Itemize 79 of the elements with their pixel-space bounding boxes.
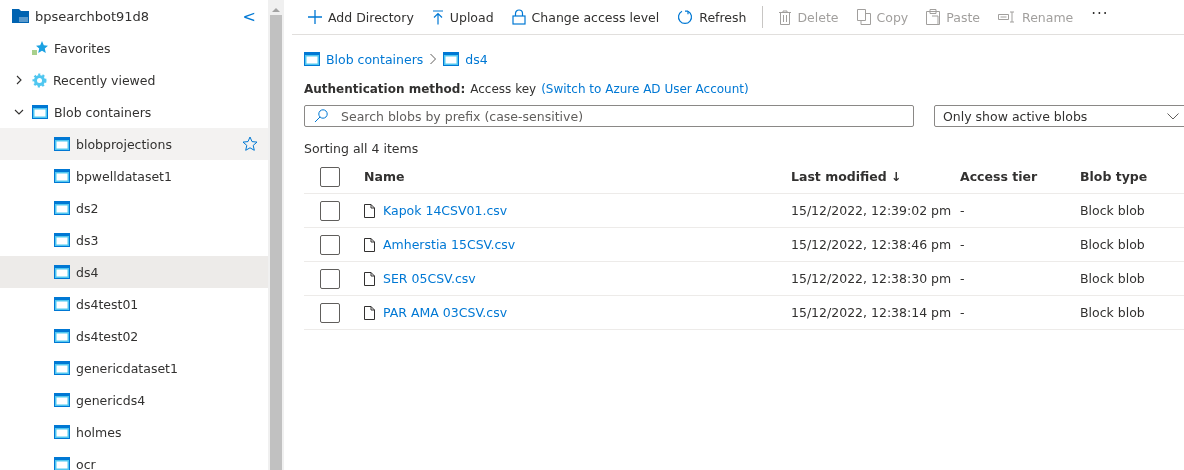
row-checkbox[interactable]	[320, 268, 340, 289]
container-icon	[54, 393, 70, 407]
table-cell: 15/12/2022, 12:38:14 pm	[791, 305, 952, 320]
refresh-icon	[677, 9, 694, 25]
container-icon	[54, 201, 70, 215]
select-all-checkbox[interactable]	[320, 166, 340, 187]
file-icon	[364, 203, 375, 218]
file-icon	[364, 271, 375, 286]
table-cell: Block blob	[1080, 203, 1145, 218]
column-header[interactable]: Blob type	[1080, 169, 1148, 184]
container-item[interactable]: blobprojections	[0, 128, 268, 160]
container-icon	[54, 329, 70, 343]
search-icon	[314, 109, 328, 123]
breadcrumb-link[interactable]: ds4	[465, 51, 488, 67]
clipboard-icon	[926, 9, 941, 25]
add-button[interactable]: Add Directory	[300, 2, 422, 32]
trash-icon	[779, 9, 792, 25]
container-item[interactable]: ds4	[0, 256, 268, 288]
container-icon	[304, 52, 320, 66]
item-count: Sorting all 4 items	[304, 141, 420, 156]
table-cell: 15/12/2022, 12:38:30 pm	[791, 271, 952, 286]
search-field[interactable]: Search blobs by prefix (case-sensitive)	[304, 105, 914, 127]
container-icon	[54, 137, 70, 151]
table-cell: -	[960, 203, 965, 218]
column-header[interactable]: Name	[364, 169, 405, 184]
blob-link[interactable]: Amherstia 15CSV.csv	[383, 237, 516, 252]
container-icon	[54, 457, 70, 470]
row-checkbox[interactable]	[320, 200, 340, 221]
container-icon	[54, 361, 70, 375]
refresh-button[interactable]: Refresh	[669, 2, 755, 32]
table-cell: -	[960, 271, 965, 286]
chevron-right-icon[interactable]	[14, 75, 24, 85]
blob-link[interactable]: PAR AMA 03CSV.csv	[383, 305, 508, 320]
table-cell: -	[960, 237, 965, 252]
chevron-down-icon	[1167, 112, 1179, 120]
scrollbar-thumb[interactable]	[270, 15, 282, 470]
lock-icon	[511, 9, 526, 25]
container-icon	[54, 297, 70, 311]
chevron-right-icon	[429, 53, 438, 65]
more-button[interactable]: ···	[1083, 2, 1117, 32]
auth-value: Access key	[470, 82, 537, 96]
scrollbar[interactable]	[268, 0, 284, 470]
file-icon	[364, 305, 375, 320]
switch-auth-link[interactable]: (Switch to Azure AD User Account)	[541, 82, 749, 96]
row-checkbox[interactable]	[320, 234, 340, 255]
storage-account-icon	[12, 9, 29, 23]
account-name: bpsearchbot91d8	[35, 8, 151, 24]
container-icon	[443, 52, 460, 66]
container-icon	[54, 425, 70, 439]
upload-button[interactable]: Upload	[423, 2, 502, 32]
container-icon	[54, 265, 70, 279]
table-cell: Block blob	[1080, 237, 1145, 252]
blob-link[interactable]: SER 05CSV.csv	[383, 271, 476, 286]
lock-button[interactable]: Change access level	[503, 2, 668, 32]
file-icon	[364, 237, 375, 252]
auth-label: Authentication method:	[304, 82, 466, 96]
copy-icon	[856, 9, 871, 25]
gear-icon	[32, 72, 47, 88]
upload-icon	[431, 9, 444, 25]
collapse-button[interactable]: <	[242, 6, 256, 26]
breadcrumb-link[interactable]: Blob containers	[326, 51, 424, 67]
blob-link[interactable]: Kapok 14CSV01.csv	[383, 203, 508, 218]
container-icon	[32, 105, 48, 119]
star-outline-icon[interactable]	[242, 136, 258, 152]
container-icon	[54, 233, 70, 247]
plus-icon	[308, 10, 322, 24]
column-header[interactable]: Access tier	[960, 169, 1038, 184]
star-icon	[32, 41, 48, 55]
chevron-down-icon[interactable]	[14, 107, 24, 117]
container-icon	[54, 169, 70, 183]
row-checkbox[interactable]	[320, 302, 340, 323]
table-cell: Block blob	[1080, 305, 1145, 320]
table-cell: 15/12/2022, 12:39:02 pm	[791, 203, 952, 218]
table-cell: 15/12/2022, 12:38:46 pm	[791, 237, 952, 252]
table-cell: -	[960, 305, 965, 320]
filter-dropdown[interactable]: Only show active blobs	[934, 105, 1184, 127]
column-header[interactable]: Last modified ↓	[791, 169, 902, 184]
table-cell: Block blob	[1080, 271, 1145, 286]
rename-icon	[998, 11, 1017, 23]
